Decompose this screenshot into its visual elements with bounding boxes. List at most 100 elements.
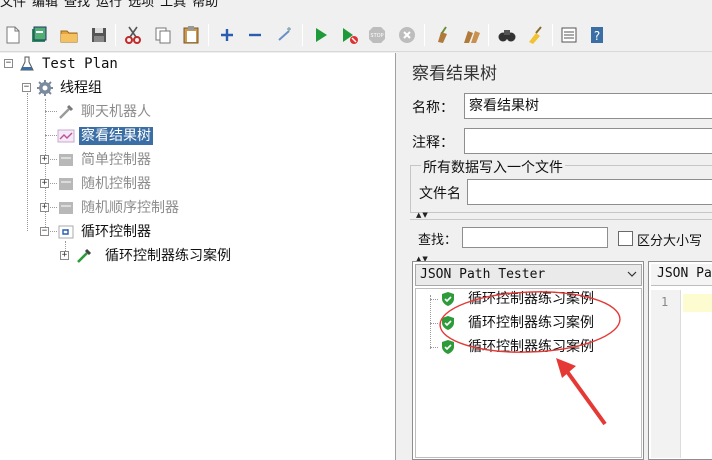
start-no-pause-icon[interactable] [338, 24, 360, 46]
result-item-label: 循环控制器练习案例 [468, 339, 594, 355]
pipette-icon [56, 102, 76, 122]
tree-node-random-controller[interactable]: 随机控制器 [56, 173, 153, 195]
tree-label: 随机控制器 [81, 176, 151, 192]
paste-icon[interactable] [180, 24, 202, 46]
reset-search-icon[interactable] [524, 24, 546, 46]
search-icon[interactable] [496, 24, 518, 46]
view-results-tree-panel: 察看结果树 名称： 察看结果树 注释： 所有数据写入一个文件 文件名 ▲▼ 查找… [402, 53, 712, 460]
filename-input[interactable] [467, 179, 712, 205]
svg-text:?: ? [594, 29, 600, 43]
menu-help[interactable]: 帮助 [192, 0, 224, 12]
panel-title: 察看结果树 [412, 64, 497, 84]
case-sensitive-label: 区分大小写 [637, 234, 703, 249]
start-icon[interactable] [310, 24, 332, 46]
expand-toggle-loop-sample[interactable]: + [60, 251, 69, 260]
expand-toggle-simple-controller[interactable]: + [40, 155, 49, 164]
tree-label: 聊天机器人 [81, 104, 151, 120]
sample-result-list: 循环控制器练习案例 循环控制器练习案例 循环控制器练习案例 [415, 288, 642, 458]
gear-icon [35, 78, 55, 98]
menu-edit[interactable]: 编辑 [32, 0, 64, 12]
tree-node-random-order-controller[interactable]: 随机顺序控制器 [56, 197, 181, 219]
clear-all-icon[interactable] [460, 24, 482, 46]
collapse-toggle-thread-group[interactable]: − [22, 83, 31, 92]
tree-node-simple-controller[interactable]: 简单控制器 [56, 149, 153, 171]
svg-text:STOP: STOP [370, 33, 383, 39]
chevron-down-icon [627, 271, 637, 277]
search-input[interactable] [462, 227, 608, 248]
code-editor-line[interactable] [683, 294, 712, 312]
templates-icon[interactable] [28, 24, 50, 46]
line-gutter [651, 290, 681, 458]
shutdown-icon[interactable] [396, 24, 418, 46]
help-icon[interactable]: ? [586, 24, 608, 46]
expand-icon[interactable] [216, 24, 238, 46]
renderer-value: JSON Path Tester [420, 267, 546, 282]
result-item[interactable]: 循环控制器练习案例 [440, 313, 596, 333]
test-plan-tree: − Test Plan − 线程组 聊天机器人 察看结果树 + 简单控制器 + … [0, 53, 396, 460]
tree-node-loop-controller[interactable]: 循环控制器 [56, 221, 153, 243]
menu-file[interactable]: 文件 [0, 0, 32, 12]
result-item[interactable]: 循环控制器练习案例 [440, 337, 596, 357]
collapse-toggle-loop-controller[interactable]: − [40, 227, 49, 236]
controller-icon [56, 150, 76, 170]
tree-label: 随机顺序控制器 [81, 200, 179, 216]
controller-icon [56, 174, 76, 194]
search-label: 查找： [418, 233, 458, 248]
expand-toggle-random-controller[interactable]: + [40, 179, 49, 188]
tree-label: Test Plan [42, 56, 118, 72]
name-input[interactable]: 察看结果树 [464, 93, 712, 119]
menu-tools[interactable]: 工具 [160, 0, 192, 12]
controller-icon [56, 198, 76, 218]
menu-bar: 文件 编辑 查找 运行 选项 工具 帮助 [0, 0, 712, 12]
copy-icon[interactable] [152, 24, 174, 46]
toggle-icon[interactable] [274, 24, 296, 46]
stop-icon[interactable]: STOP [366, 24, 388, 46]
tree-node-test-plan[interactable]: Test Plan [17, 53, 120, 75]
result-item-label: 循环控制器练习案例 [468, 291, 594, 307]
graph-icon [56, 126, 76, 146]
tree-label: 循环控制器练习案例 [105, 248, 231, 264]
success-shield-icon [440, 339, 456, 355]
line-number: 1 [661, 295, 669, 309]
loop-controller-icon [56, 222, 76, 242]
results-pane: JSON Path Tester 循环控制器练习案例 循环控制器练习案例 循环控… [412, 261, 644, 460]
flask-icon [17, 54, 37, 74]
tree-node-chat-robot[interactable]: 聊天机器人 [56, 101, 153, 123]
tree-node-thread-group[interactable]: 线程组 [35, 77, 104, 99]
tree-label: 循环控制器 [81, 224, 151, 240]
cut-icon[interactable] [122, 24, 144, 46]
json-path-tester-pane: JSON Pa 1 [648, 261, 712, 460]
case-sensitive-checkbox[interactable] [618, 231, 633, 246]
function-helper-icon[interactable] [558, 24, 580, 46]
tree-node-view-results-tree[interactable]: 察看结果树 [56, 125, 153, 147]
tester-tab[interactable]: JSON Pa [651, 264, 712, 286]
tree-label: 简单控制器 [81, 152, 151, 168]
result-item-label: 循环控制器练习案例 [468, 315, 594, 331]
splitter-arrows[interactable]: ▲▼ [416, 211, 429, 219]
write-to-file-group: 所有数据写入一个文件 文件名 [410, 157, 712, 213]
clear-icon[interactable] [432, 24, 454, 46]
new-icon[interactable] [2, 24, 24, 46]
save-icon[interactable] [88, 24, 110, 46]
filename-label: 文件名 [419, 186, 461, 202]
success-shield-icon [440, 291, 456, 307]
result-item[interactable]: 循环控制器练习案例 [440, 289, 596, 309]
toolbar: STOP ? [0, 16, 712, 52]
comment-label: 注释： [412, 135, 454, 151]
name-label: 名称： [412, 100, 454, 116]
menu-options[interactable]: 选项 [128, 0, 160, 12]
collapse-icon[interactable] [244, 24, 266, 46]
write-to-file-title: 所有数据写入一个文件 [421, 157, 565, 177]
menu-search[interactable]: 查找 [64, 0, 96, 12]
renderer-select[interactable]: JSON Path Tester [415, 264, 642, 286]
expand-toggle-random-order-controller[interactable]: + [40, 203, 49, 212]
open-icon[interactable] [58, 24, 80, 46]
success-shield-icon [440, 315, 456, 331]
tree-node-loop-sample[interactable]: 循环控制器练习案例 [74, 245, 233, 267]
comment-input[interactable] [464, 128, 712, 154]
collapse-toggle-test-plan[interactable]: − [4, 59, 13, 68]
sampler-pen-icon [74, 246, 94, 266]
menu-run[interactable]: 运行 [96, 0, 128, 12]
tree-label: 线程组 [60, 80, 102, 96]
tree-label: 察看结果树 [79, 127, 153, 145]
